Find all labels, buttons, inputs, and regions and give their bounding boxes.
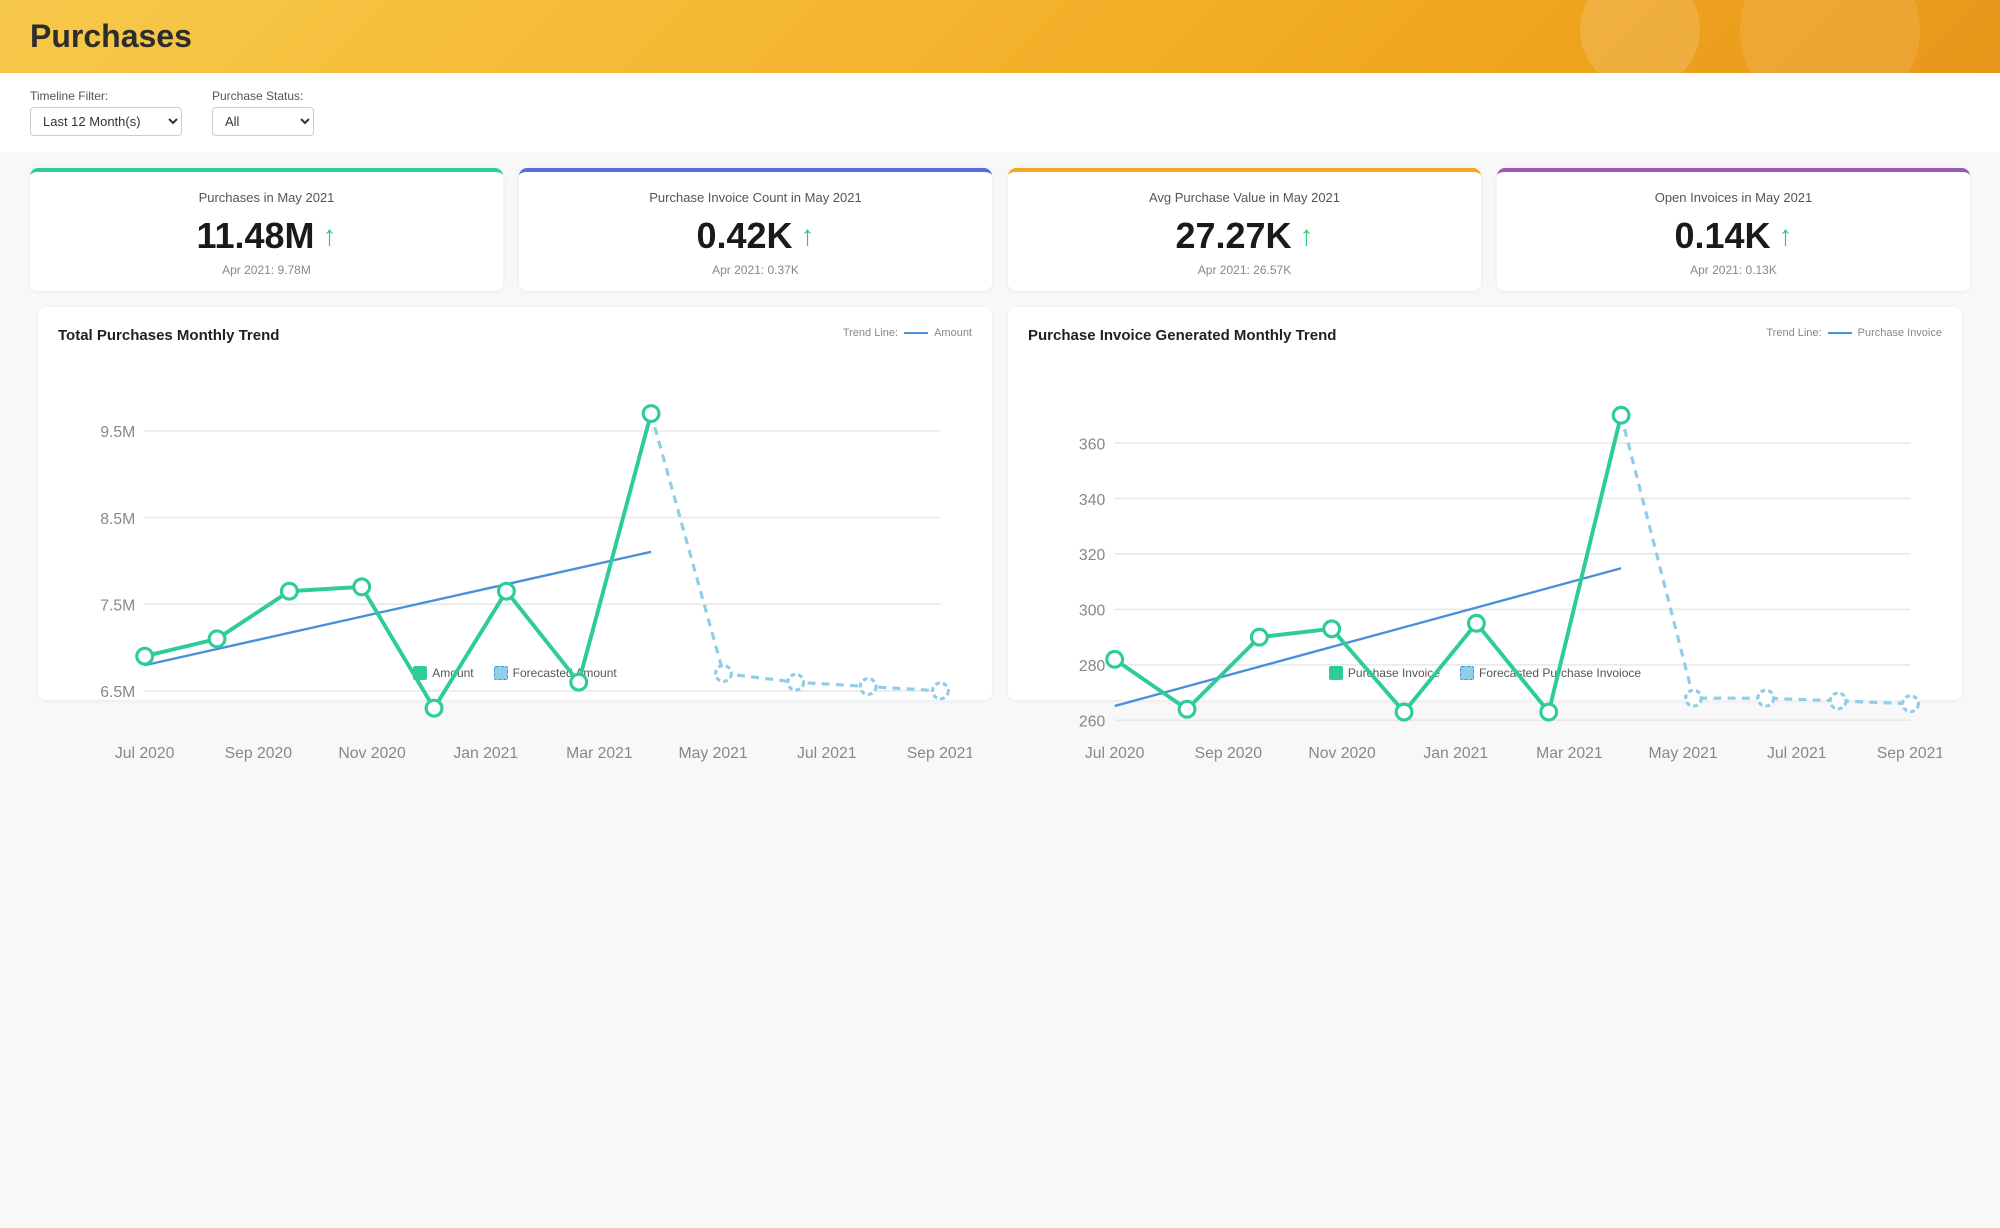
trend-line-bar-1 bbox=[1828, 332, 1852, 334]
svg-text:260: 260 bbox=[1079, 714, 1106, 731]
kpi-arrow-2: ↑ bbox=[1300, 220, 1314, 252]
kpi-label-1: Purchase Invoice Count in May 2021 bbox=[539, 190, 972, 205]
svg-text:340: 340 bbox=[1079, 492, 1106, 509]
svg-text:Jul 2021: Jul 2021 bbox=[797, 745, 857, 762]
svg-text:7.5M: 7.5M bbox=[100, 597, 135, 614]
svg-text:Jul 2020: Jul 2020 bbox=[115, 745, 175, 762]
chart-area-0: 9.5M8.5M7.5M6.5MJul 2020Sep 2020Nov 2020… bbox=[58, 356, 972, 656]
kpi-card-1: Purchase Invoice Count in May 2021 0.42K… bbox=[519, 168, 992, 291]
header-decoration-2 bbox=[1740, 0, 1920, 73]
svg-text:Sep 2021: Sep 2021 bbox=[907, 745, 972, 762]
kpi-prev-2: Apr 2021: 26.57K bbox=[1028, 263, 1461, 277]
svg-text:Jan 2021: Jan 2021 bbox=[1423, 745, 1488, 762]
trend-legend-0: Trend Line: Amount bbox=[843, 327, 972, 339]
kpi-value-1: 0.42K bbox=[696, 215, 792, 257]
trend-name-0: Amount bbox=[934, 327, 972, 339]
svg-text:Sep 2020: Sep 2020 bbox=[225, 745, 293, 762]
kpi-arrow-0: ↑ bbox=[323, 220, 337, 252]
svg-text:Nov 2020: Nov 2020 bbox=[1308, 745, 1376, 762]
kpi-prev-3: Apr 2021: 0.13K bbox=[1517, 263, 1950, 277]
header-decoration-1 bbox=[1580, 0, 1700, 73]
page-title: Purchases bbox=[30, 18, 192, 54]
trend-label-1: Trend Line: bbox=[1766, 327, 1821, 339]
chart-header-0: Total Purchases Monthly Trend Trend Line… bbox=[58, 327, 972, 348]
svg-text:Sep 2021: Sep 2021 bbox=[1877, 745, 1942, 762]
svg-text:8.5M: 8.5M bbox=[100, 511, 135, 528]
svg-text:280: 280 bbox=[1079, 658, 1106, 675]
timeline-filter-select[interactable]: Last 12 Month(s) Last 6 Month(s) Last 3 … bbox=[30, 107, 182, 136]
svg-text:6.5M: 6.5M bbox=[100, 684, 135, 701]
kpi-card-0: Purchases in May 2021 11.48M ↑ Apr 2021:… bbox=[30, 168, 503, 291]
trend-name-1: Purchase Invoice bbox=[1858, 327, 1942, 339]
svg-text:320: 320 bbox=[1079, 547, 1106, 564]
timeline-filter-group: Timeline Filter: Last 12 Month(s) Last 6… bbox=[30, 89, 182, 136]
kpi-card-3: Open Invoices in May 2021 0.14K ↑ Apr 20… bbox=[1497, 168, 1970, 291]
kpi-arrow-3: ↑ bbox=[1779, 220, 1793, 252]
chart-card-1: Purchase Invoice Generated Monthly Trend… bbox=[1008, 307, 1962, 700]
kpi-prev-1: Apr 2021: 0.37K bbox=[539, 263, 972, 277]
kpi-arrow-1: ↑ bbox=[801, 220, 815, 252]
svg-text:300: 300 bbox=[1079, 603, 1106, 620]
timeline-filter-label: Timeline Filter: bbox=[30, 89, 182, 103]
header: Purchases bbox=[0, 0, 2000, 73]
trend-label-0: Trend Line: bbox=[843, 327, 898, 339]
kpi-value-2: 27.27K bbox=[1175, 215, 1291, 257]
trend-legend-1: Trend Line: Purchase Invoice bbox=[1766, 327, 1942, 339]
svg-text:Mar 2021: Mar 2021 bbox=[1536, 745, 1603, 762]
filters-bar: Timeline Filter: Last 12 Month(s) Last 6… bbox=[0, 73, 2000, 152]
svg-text:Mar 2021: Mar 2021 bbox=[566, 745, 633, 762]
svg-text:360: 360 bbox=[1079, 436, 1106, 453]
svg-text:Sep 2020: Sep 2020 bbox=[1195, 745, 1263, 762]
kpi-label-0: Purchases in May 2021 bbox=[50, 190, 483, 205]
kpi-label-3: Open Invoices in May 2021 bbox=[1517, 190, 1950, 205]
status-filter-label: Purchase Status: bbox=[212, 89, 314, 103]
svg-text:Jul 2020: Jul 2020 bbox=[1085, 745, 1145, 762]
svg-text:Nov 2020: Nov 2020 bbox=[338, 745, 406, 762]
chart-title-1: Purchase Invoice Generated Monthly Trend bbox=[1028, 327, 1336, 344]
svg-text:Jan 2021: Jan 2021 bbox=[453, 745, 518, 762]
chart-header-1: Purchase Invoice Generated Monthly Trend… bbox=[1028, 327, 1942, 348]
charts-row: Total Purchases Monthly Trend Trend Line… bbox=[0, 307, 2000, 720]
status-filter-group: Purchase Status: All Open Closed Pending bbox=[212, 89, 314, 136]
trend-line-bar-0 bbox=[904, 332, 928, 334]
svg-text:May 2021: May 2021 bbox=[679, 745, 748, 762]
kpi-value-3: 0.14K bbox=[1674, 215, 1770, 257]
kpi-row: Purchases in May 2021 11.48M ↑ Apr 2021:… bbox=[0, 152, 2000, 307]
status-filter-select[interactable]: All Open Closed Pending bbox=[212, 107, 314, 136]
kpi-value-0: 11.48M bbox=[196, 215, 314, 257]
chart-card-0: Total Purchases Monthly Trend Trend Line… bbox=[38, 307, 992, 700]
chart-area-1: 360340320300280260Jul 2020Sep 2020Nov 20… bbox=[1028, 356, 1942, 656]
chart-title-0: Total Purchases Monthly Trend bbox=[58, 327, 279, 344]
svg-text:May 2021: May 2021 bbox=[1649, 745, 1718, 762]
svg-text:9.5M: 9.5M bbox=[100, 424, 135, 441]
svg-text:Jul 2021: Jul 2021 bbox=[1767, 745, 1827, 762]
kpi-card-2: Avg Purchase Value in May 2021 27.27K ↑ … bbox=[1008, 168, 1481, 291]
kpi-label-2: Avg Purchase Value in May 2021 bbox=[1028, 190, 1461, 205]
kpi-prev-0: Apr 2021: 9.78M bbox=[50, 263, 483, 277]
